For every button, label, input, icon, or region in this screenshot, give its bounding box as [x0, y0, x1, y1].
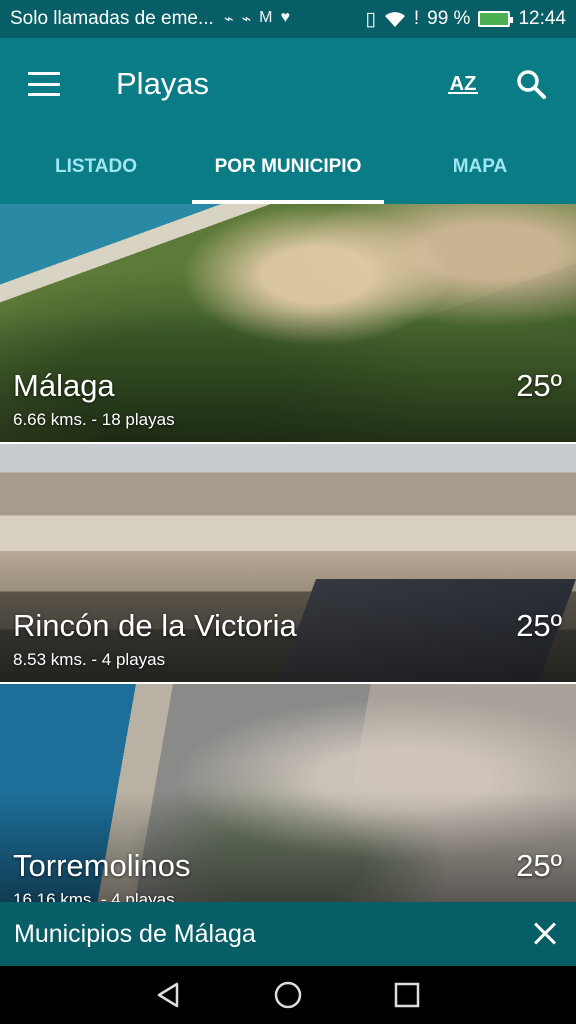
usb-icon: ⌁: [241, 11, 252, 28]
sort-az-icon: AZ: [447, 73, 479, 95]
back-icon: [158, 982, 179, 1008]
notification-text: Solo llamadas de eme...: [10, 8, 214, 29]
municipality-card[interactable]: Torremolinos 16.16 kms. - 4 playas 25º: [0, 684, 576, 902]
tab-mapa[interactable]: MAPA: [384, 130, 576, 204]
gmail-icon: M: [259, 9, 273, 26]
home-button[interactable]: [268, 975, 308, 1015]
municipality-name: Torremolinos: [13, 848, 191, 883]
search-icon: [517, 70, 546, 99]
battery-icon: [478, 11, 514, 27]
back-button[interactable]: [149, 975, 189, 1015]
tab-listado[interactable]: LISTADO: [0, 130, 192, 204]
municipality-detail: 8.53 kms. - 4 playas: [13, 650, 166, 669]
vibrate-icon: ▯: [365, 8, 376, 30]
clock: 12:44: [518, 8, 566, 29]
municipality-detail: 6.66 kms. - 18 playas: [13, 410, 175, 429]
sort-az-button[interactable]: AZ: [434, 55, 492, 113]
municipality-temperature: 25º: [516, 368, 562, 403]
system-nav-bar: [0, 966, 576, 1024]
notification-icons: ⌁ ⌁ M ♥: [224, 9, 290, 29]
municipality-detail: 16.16 kms. - 4 playas: [13, 890, 175, 902]
close-icon[interactable]: [528, 917, 562, 951]
municipality-temperature: 25º: [516, 848, 562, 883]
heart-icon: ♥: [280, 9, 290, 26]
tab-bar: LISTADO POR MUNICIPIO MAPA: [0, 130, 576, 204]
menu-icon[interactable]: [28, 72, 60, 96]
battery-alert-icon: !: [413, 8, 420, 29]
bottom-sheet-label: Municipios de Málaga: [14, 919, 256, 948]
bottom-sheet: Municipios de Málaga: [0, 902, 576, 966]
usb-icon: ⌁: [223, 11, 234, 28]
tab-por-municipio[interactable]: POR MUNICIPIO: [192, 130, 384, 204]
battery-percent: 99 %: [427, 8, 471, 29]
page-title: Playas: [116, 66, 210, 101]
recents-icon: [394, 982, 419, 1008]
wifi-icon: [384, 12, 405, 27]
toolbar: Playas AZ: [0, 38, 576, 130]
municipality-card[interactable]: Rincón de la Victoria 8.53 kms. - 4 play…: [0, 444, 576, 684]
municipality-card[interactable]: Málaga 6.66 kms. - 18 playas 25º: [0, 204, 576, 444]
notification-area: Solo llamadas de eme... ⌁ ⌁ M ♥: [10, 8, 365, 30]
municipality-name: Rincón de la Victoria: [13, 608, 297, 643]
recents-button[interactable]: [387, 975, 427, 1015]
municipality-temperature: 25º: [516, 608, 562, 643]
home-icon: [274, 981, 302, 1009]
search-button[interactable]: [502, 55, 560, 113]
municipality-name: Málaga: [13, 368, 115, 403]
app-bar: Playas AZ LISTADO POR MUNICIPIO MAPA: [0, 38, 576, 204]
status-bar: Solo llamadas de eme... ⌁ ⌁ M ♥ ▯ ! 99 %…: [0, 0, 576, 38]
municipality-list[interactable]: Málaga 6.66 kms. - 18 playas 25º Rincón …: [0, 204, 576, 902]
status-right: ▯ ! 99 % 12:44: [365, 8, 566, 31]
